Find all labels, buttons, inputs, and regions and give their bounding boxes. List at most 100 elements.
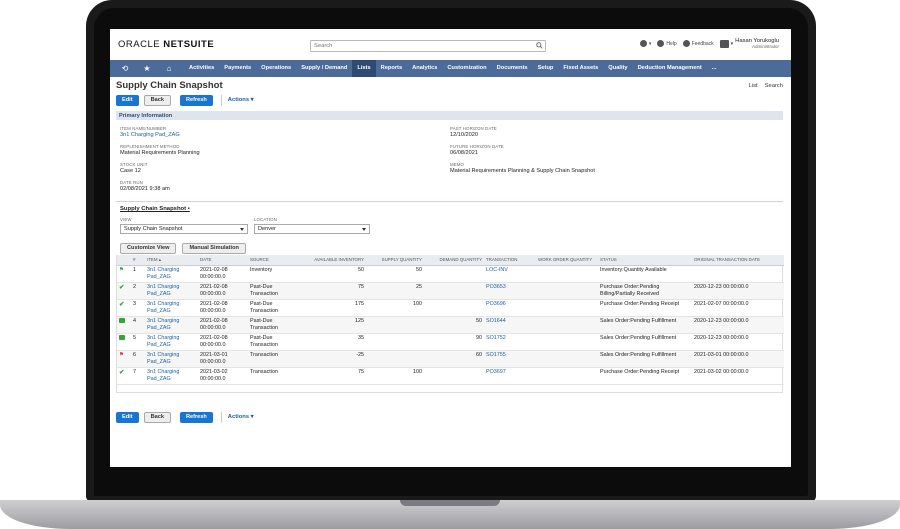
view-select[interactable]: Supply Chain Snapshot [120, 224, 248, 234]
app-screen: ORACLE NETSUITE ▾ Help Feedback ▾ Hasan … [110, 29, 791, 467]
location-field: LOCATION [254, 217, 277, 222]
cell-avail: 35 [300, 333, 366, 351]
back-button-bottom[interactable]: Back [143, 412, 171, 423]
cell-date: 2021-02-08 00:00:00.0 [198, 282, 248, 300]
nav-item-1[interactable]: Activities [184, 60, 219, 77]
help-icon [657, 40, 665, 48]
nav-item-2[interactable]: Payments [219, 60, 256, 77]
nav-item-7[interactable]: Analytics [407, 60, 442, 77]
nav-item-8[interactable]: Customization [442, 60, 491, 77]
cell-txn[interactable]: PO3696 [484, 299, 536, 317]
cell-date: 2021-02-08 00:00:00.0 [198, 299, 248, 317]
page-title: Supply Chain Snapshot [116, 80, 223, 91]
home-icon[interactable]: ⌂ [162, 60, 176, 77]
search-icon[interactable] [536, 42, 543, 49]
cell-status: Sales Order:Pending Fulfillment [598, 333, 692, 351]
back-button[interactable]: Back [143, 95, 171, 106]
nav-item-6[interactable]: Reports [376, 60, 408, 77]
table-row: ✔ 7 3n1 Charging Pad_ZAG 2021-03-02 00:00:0… [117, 367, 784, 385]
customize-view-button[interactable]: Customize View [120, 243, 177, 254]
cell-txn[interactable]: SO1752 [484, 333, 536, 351]
cell-txn[interactable]: PO3697 [484, 367, 536, 385]
cell-orig: 2020-12-23 00:00:00.0 [692, 282, 784, 300]
table-row: ⚑ 1 3n1 Charging Pad_ZAG 2021-02-08 00:00:0… [117, 265, 784, 283]
cell-n: 3 [131, 299, 145, 317]
cell-item[interactable]: 3n1 Charging Pad_ZAG [145, 299, 198, 317]
column-header: DATE [198, 255, 248, 266]
edit-button[interactable]: Edit [116, 95, 139, 106]
star-icon[interactable]: ★ [140, 60, 154, 77]
cell-woq [536, 316, 598, 334]
snapshot-subtab[interactable]: Supply Chain Snapshot • [120, 206, 190, 212]
manual-simulation-button[interactable]: Manual Simulation [182, 243, 246, 254]
nav-item-10[interactable]: Setup [533, 60, 559, 77]
nav-item-3[interactable]: Operations [256, 60, 296, 77]
cell-item[interactable]: 3n1 Charging Pad_ZAG [145, 367, 198, 385]
item-link[interactable]: 3n1 Charging Pad_ZAG [120, 132, 180, 139]
location-select[interactable]: Denver [254, 224, 370, 234]
cell-supply: 25 [366, 282, 424, 300]
netsuite-logo[interactable]: ORACLE NETSUITE [118, 39, 214, 50]
cell-txn[interactable]: LOC-INV [484, 265, 536, 283]
actions-menu[interactable]: Actions ▾ [220, 95, 254, 106]
cell-avail: 75 [300, 367, 366, 385]
nav-item-12[interactable]: Quality [603, 60, 632, 77]
cell-source: Past-Due Transaction [248, 299, 300, 317]
nav-item-4[interactable]: Supply / Demand [296, 60, 352, 77]
cell-avail: 50 [300, 265, 366, 283]
people-icon [639, 40, 647, 48]
search-link[interactable]: Search [765, 83, 783, 89]
cell-txn[interactable]: SO1644 [484, 316, 536, 334]
nav-item-5[interactable]: Lists [352, 60, 376, 77]
cell-date: 2021-03-01 00:00:00.0 [198, 350, 248, 368]
column-header: # [131, 255, 145, 266]
nav-item-14[interactable]: ... [707, 60, 722, 77]
feedback-link[interactable]: Feedback [682, 40, 714, 48]
refresh-button-bottom[interactable]: Refresh [179, 412, 213, 423]
check-icon: ✔ [119, 368, 125, 376]
cell-date: 2021-02-08 00:00:00.0 [198, 316, 248, 334]
cell-orig: 2021-03-01 00:00:00.0 [692, 350, 784, 368]
cell-item[interactable]: 3n1 Charging Pad_ZAG [145, 333, 198, 351]
recent-records-menu[interactable]: ▾ [639, 40, 651, 48]
status-icon-cell: ⚑ [117, 265, 131, 283]
cell-source: Past-Due Transaction [248, 282, 300, 300]
help-link[interactable]: Help [657, 40, 677, 48]
cell-item[interactable]: 3n1 Charging Pad_ZAG [145, 350, 198, 368]
user-menu[interactable]: ▾ Hasan Yorukoglu Administrator [719, 38, 779, 50]
nav-item-13[interactable]: Deduction Management [633, 60, 707, 77]
actions-menu-bottom[interactable]: Actions ▾ [220, 412, 254, 423]
cell-txn[interactable]: SO1755 [484, 350, 536, 368]
cell-supply [366, 333, 424, 351]
primary-info-header[interactable]: Primary Information [116, 111, 783, 120]
cell-source: Inventory [248, 265, 300, 283]
field-stock-unit: STOCK UNIT Case 12 [120, 162, 148, 174]
cell-status: Purchase Order:Pending Billing/Partially… [598, 282, 692, 300]
nav-item-9[interactable]: Documents [492, 60, 533, 77]
edit-button-bottom[interactable]: Edit [116, 412, 139, 423]
user-role: Administrator [751, 44, 779, 50]
column-header[interactable]: ITEM ▴ [145, 255, 198, 266]
field-memo: MEMO Material Requirements Planning & Su… [450, 162, 595, 174]
chevron-down-icon [240, 228, 244, 231]
cell-woq [536, 350, 598, 368]
list-link[interactable]: List [749, 83, 758, 89]
cell-item[interactable]: 3n1 Charging Pad_ZAG [145, 265, 198, 283]
cell-woq [536, 299, 598, 317]
refresh-button[interactable]: Refresh [179, 95, 213, 106]
cell-txn[interactable]: PO3653 [484, 282, 536, 300]
global-search-input[interactable] [310, 40, 546, 52]
nav-item-11[interactable]: Fixed Assets [558, 60, 603, 77]
cell-avail: 125 [300, 316, 366, 334]
column-header: AVAILABLE INVENTORY [300, 255, 366, 266]
recent-icon[interactable]: ⟲ [118, 60, 132, 77]
status-icon-cell: ✔ [117, 282, 131, 300]
cell-item[interactable]: 3n1 Charging Pad_ZAG [145, 316, 198, 334]
cell-orig: 2020-12-23 00:00:00.0 [692, 333, 784, 351]
cell-demand: 60 [424, 350, 484, 368]
cell-item[interactable]: 3n1 Charging Pad_ZAG [145, 282, 198, 300]
cell-n: 1 [131, 265, 145, 283]
cell-source: Past-Due Transaction [248, 316, 300, 334]
cell-supply [366, 350, 424, 368]
column-header: TRANSACTION [484, 255, 536, 266]
